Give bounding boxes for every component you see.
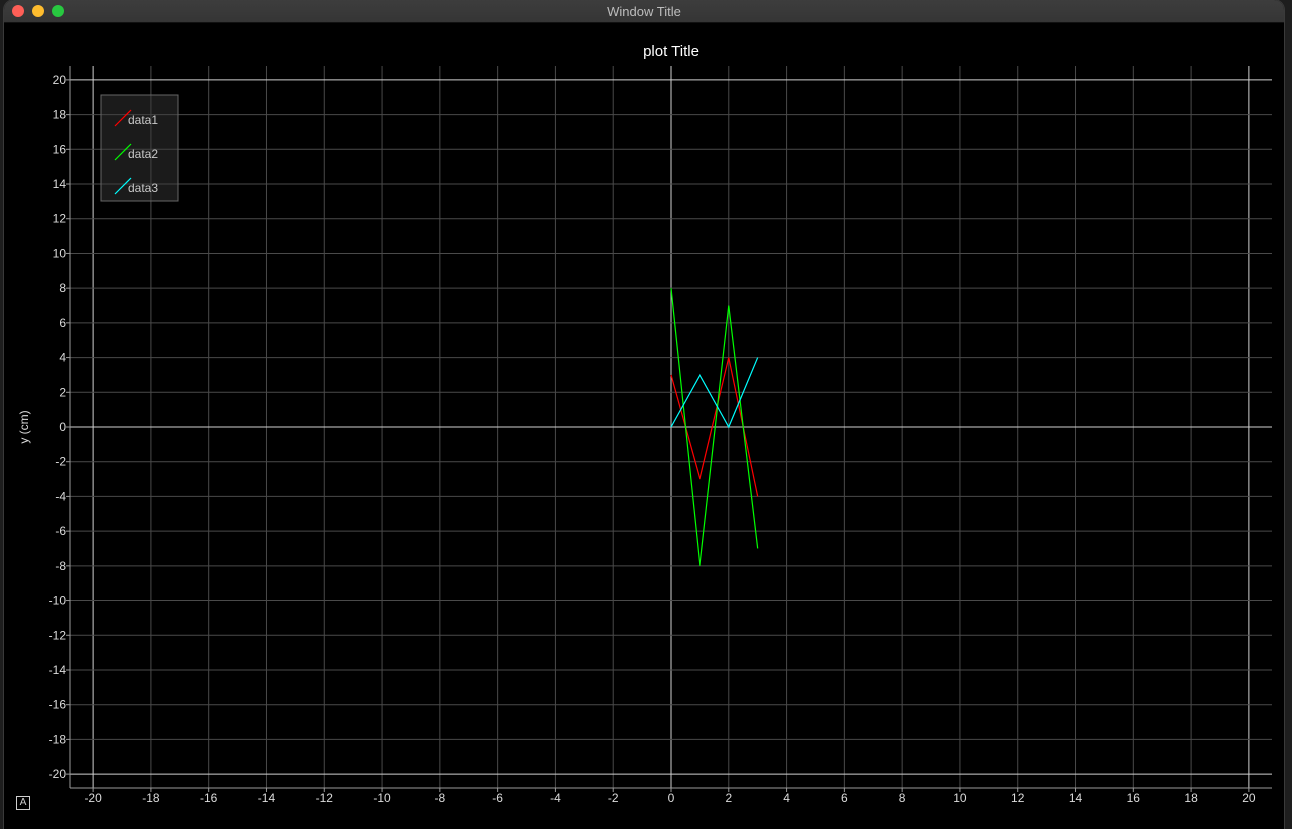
y-tick-label: 6	[59, 316, 66, 330]
x-tick-label: -18	[142, 791, 160, 805]
legend-label-data3: data3	[128, 181, 158, 195]
y-tick-label: -6	[55, 524, 66, 538]
x-tick-label: 18	[1184, 791, 1198, 805]
plot-title: plot Title	[643, 43, 699, 60]
y-tick-label: -20	[49, 767, 67, 781]
x-tick-label: -16	[200, 791, 218, 805]
y-tick-label: -12	[49, 628, 67, 642]
x-tick-label: 0	[668, 791, 675, 805]
y-tick-label: -2	[55, 455, 66, 469]
x-tick-label: -10	[373, 791, 391, 805]
axes	[66, 66, 1272, 792]
y-tick-label: 14	[53, 177, 67, 191]
x-tick-label: 2	[725, 791, 732, 805]
x-tick-label: 10	[953, 791, 967, 805]
y-tick-label: -16	[49, 698, 67, 712]
x-tick-label: 12	[1011, 791, 1025, 805]
legend-label-data2: data2	[128, 147, 158, 161]
y-tick-label: -18	[49, 732, 67, 746]
legend-label-data1: data1	[128, 113, 158, 127]
y-tick-label: 16	[53, 142, 67, 156]
y-axis-label: y (cm)	[17, 410, 31, 443]
y-tick-label: 8	[59, 281, 66, 295]
legend[interactable]: data1 data2 data3	[100, 94, 179, 202]
x-tick-label: -8	[435, 791, 446, 805]
y-tick-label: 0	[59, 420, 66, 434]
x-tick-label: -12	[316, 791, 334, 805]
tick-labels: -20 -18 -16 -14 -12 -10 -8 -6 -4 -2 0 2 4 6 8 10 12 14 16 1…	[49, 73, 1256, 805]
y-tick-label: -14	[49, 663, 67, 677]
x-tick-label: -14	[258, 791, 276, 805]
x-tick-label: -2	[608, 791, 619, 805]
y-tick-label: 18	[53, 108, 67, 122]
x-tick-label: 16	[1127, 791, 1141, 805]
x-tick-label: 20	[1242, 791, 1256, 805]
x-tick-label: 14	[1069, 791, 1083, 805]
x-tick-label: 6	[841, 791, 848, 805]
autoscale-button[interactable]: A	[16, 796, 30, 810]
y-tick-label: 20	[53, 73, 67, 87]
y-tick-label: 2	[59, 385, 66, 399]
x-tick-label: 8	[899, 791, 906, 805]
app-window: Window Title -20 -18 -16 -14 -12 -10 -8 -6 -4 -2 0…	[4, 0, 1284, 829]
y-tick-label: -10	[49, 594, 67, 608]
x-tick-label: -20	[84, 791, 102, 805]
y-tick-label: 10	[53, 246, 67, 260]
y-tick-label: 4	[59, 351, 66, 365]
plot-area[interactable]: -20 -18 -16 -14 -12 -10 -8 -6 -4 -2 0 2 4 6 8 10 12 14 16 1…	[4, 0, 1284, 829]
y-tick-label: -4	[55, 489, 66, 503]
x-tick-label: -6	[492, 791, 503, 805]
y-tick-label: 12	[53, 212, 67, 226]
x-tick-label: -4	[550, 791, 561, 805]
y-tick-label: -8	[55, 559, 66, 573]
x-tick-label: 4	[783, 791, 790, 805]
